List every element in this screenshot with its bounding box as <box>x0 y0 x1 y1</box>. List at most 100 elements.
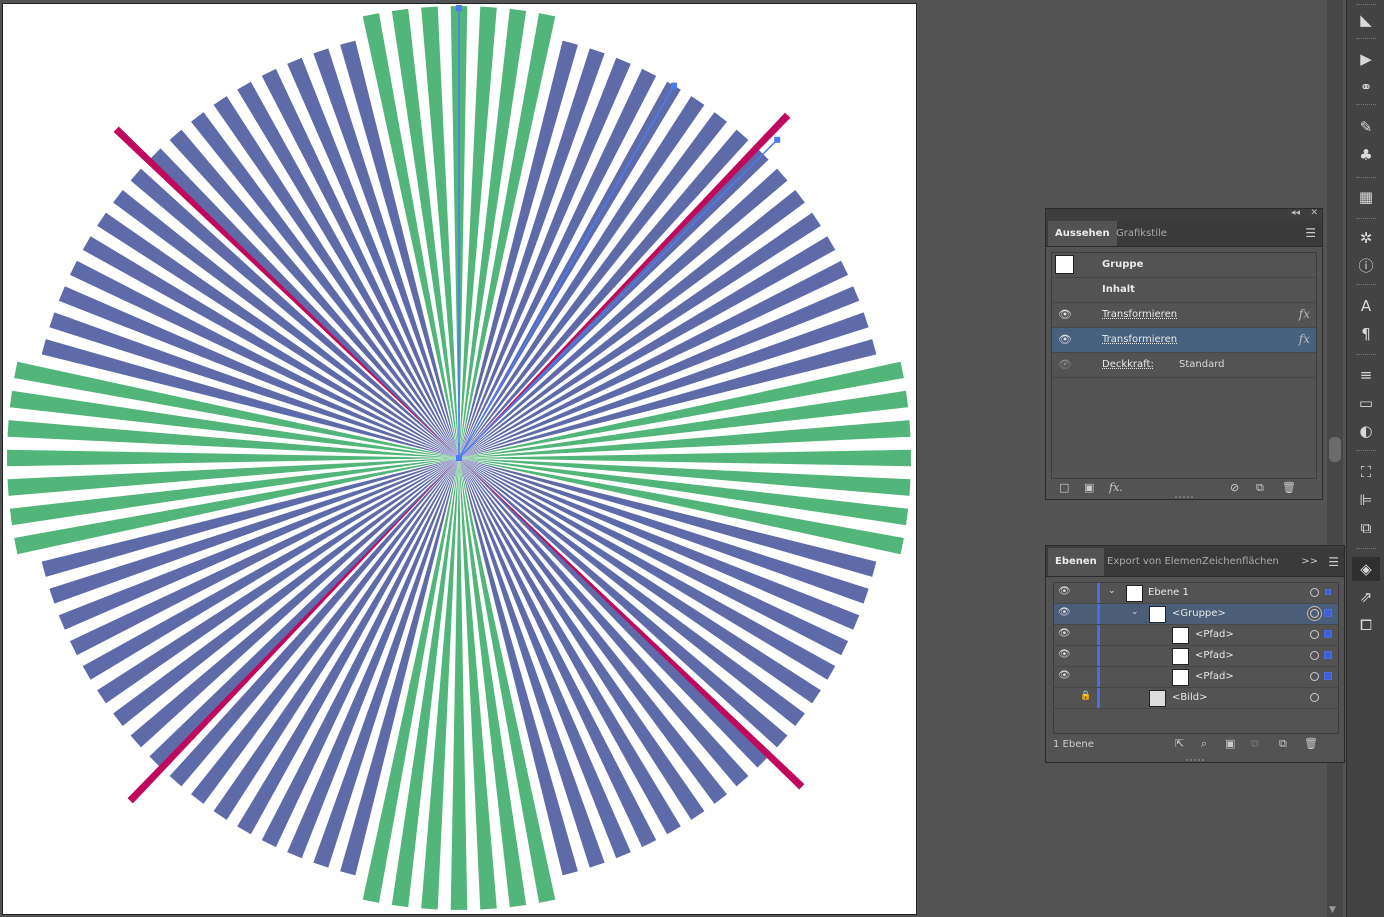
visibility-eye-icon[interactable]: 👁 <box>1058 607 1071 618</box>
appearance-contents-row[interactable]: Inhalt <box>1052 278 1316 303</box>
lock-icon[interactable]: 🔒 <box>1080 691 1091 701</box>
gradient-icon[interactable]: ▭ <box>1352 391 1380 415</box>
new-layer-icon[interactable]: ⧉ <box>1279 737 1287 751</box>
gradient-panel-icon[interactable]: ◣ <box>1352 8 1380 32</box>
info-icon[interactable]: ⓘ <box>1352 254 1380 278</box>
target-circle-icon[interactable] <box>1310 693 1319 702</box>
selection-indicator[interactable] <box>1324 651 1332 659</box>
layer-row-selected[interactable]: 👁 ⌄ <Gruppe> <box>1054 604 1338 625</box>
visibility-eye-icon[interactable]: 👁 <box>1058 308 1072 321</box>
tab-artboards[interactable]: Zeichenflächen <box>1195 548 1286 576</box>
add-effect-icon[interactable]: fx. <box>1109 481 1123 494</box>
dock-grip[interactable] <box>1356 548 1376 551</box>
dock-grip[interactable] <box>1356 104 1376 107</box>
panel-menu-icon[interactable]: ☰ <box>1328 548 1339 576</box>
duplicate-item-icon[interactable]: ⧉ <box>1256 481 1264 495</box>
export-icon[interactable]: ⇗ <box>1352 585 1380 609</box>
play-icon[interactable]: ▶ <box>1352 47 1380 71</box>
transparency-icon[interactable]: ◐ <box>1352 419 1380 443</box>
layers-icon[interactable]: ◈ <box>1352 557 1380 581</box>
tab-asset-export[interactable]: Export von Elemen <box>1100 548 1209 576</box>
layer-name[interactable]: <Pfad> <box>1195 671 1234 682</box>
appearance-opacity-row[interactable]: 👁 Deckkraft: Standard <box>1052 353 1316 378</box>
transform-icon[interactable]: ⛶ <box>1352 460 1380 484</box>
appearance-header-row[interactable]: Gruppe <box>1052 253 1316 278</box>
visibility-eye-icon[interactable]: 👁 <box>1058 670 1071 681</box>
scrollbar-thumb[interactable] <box>1329 437 1341 462</box>
visibility-eye-icon[interactable]: 👁 <box>1058 358 1072 371</box>
panel-titlebar[interactable]: ◂◂ ✕ <box>1046 208 1322 221</box>
resize-grip[interactable] <box>1186 759 1204 761</box>
brush-icon[interactable]: ✎ <box>1352 115 1380 139</box>
layer-row[interactable]: 👁 <Pfad> <box>1054 625 1338 646</box>
delete-icon[interactable]: 🗑 <box>1282 481 1296 494</box>
layer-row[interactable]: 👁 <Pfad> <box>1054 646 1338 667</box>
layer-row[interactable]: 🔒 <Bild> <box>1054 688 1338 709</box>
pathfinder-icon[interactable]: ⧉ <box>1352 516 1380 540</box>
selection-indicator[interactable] <box>1324 609 1332 617</box>
clipping-mask-icon[interactable]: ▣ <box>1225 737 1235 750</box>
add-stroke-icon[interactable]: □ <box>1059 481 1069 494</box>
anchor-point-handle[interactable] <box>456 5 462 11</box>
visibility-eye-icon[interactable]: 👁 <box>1058 333 1072 346</box>
layer-name[interactable]: <Pfad> <box>1195 650 1234 661</box>
anchor-point-handle[interactable] <box>774 136 781 143</box>
layer-row[interactable]: 👁 <Pfad> <box>1054 667 1338 688</box>
selection-indicator[interactable] <box>1324 630 1332 638</box>
layer-name[interactable]: Ebene 1 <box>1148 587 1189 598</box>
dock-grip[interactable] <box>1356 354 1376 357</box>
dock-grip[interactable] <box>1356 177 1376 180</box>
dock-grip[interactable] <box>1356 284 1376 287</box>
more-tabs-icon[interactable]: >> <box>1301 548 1318 576</box>
target-circle-icon[interactable] <box>1310 672 1319 681</box>
clear-appearance-icon[interactable]: ⊘ <box>1230 481 1239 494</box>
radial-stripes-artwork[interactable] <box>3 4 916 914</box>
artboards-icon[interactable]: ⧠ <box>1352 613 1380 637</box>
visibility-eye-icon[interactable]: 👁 <box>1058 649 1071 660</box>
panel-menu-icon[interactable]: ☰ <box>1305 221 1316 246</box>
effect-link[interactable]: Transformieren <box>1102 334 1177 345</box>
chevron-down-icon[interactable]: ⌄ <box>1131 607 1139 617</box>
new-sublayer-icon[interactable]: ⧉ <box>1251 737 1259 751</box>
stroke-icon[interactable]: ≡ <box>1352 363 1380 387</box>
scroll-down-icon[interactable]: ▼ <box>1329 905 1336 915</box>
visibility-eye-icon[interactable]: 👁 <box>1058 628 1071 639</box>
dock-grip[interactable] <box>1356 38 1376 41</box>
collect-export-icon[interactable]: ⇱ <box>1175 737 1184 750</box>
add-fill-icon[interactable]: ▣ <box>1084 481 1094 494</box>
character-icon[interactable]: A <box>1352 294 1380 318</box>
chevron-down-icon[interactable]: ⌄ <box>1108 586 1116 596</box>
delete-icon[interactable]: 🗑 <box>1304 737 1318 750</box>
tab-graphic-styles[interactable]: Grafikstile <box>1109 221 1174 246</box>
club-symbol-icon[interactable]: ♣ <box>1352 143 1380 167</box>
swatches-icon[interactable]: ▦ <box>1352 185 1380 209</box>
effect-link[interactable]: Transformieren <box>1102 309 1177 320</box>
appearance-effect-row[interactable]: 👁 Transformieren fx <box>1052 303 1316 328</box>
anchor-point-handle[interactable] <box>671 82 677 89</box>
tab-layers[interactable]: Ebenen <box>1048 548 1104 576</box>
opacity-link[interactable]: Deckkraft: <box>1102 359 1154 370</box>
selection-indicator[interactable] <box>1324 672 1332 680</box>
target-circle-icon[interactable] <box>1310 630 1319 639</box>
navigator-icon[interactable]: ✲ <box>1352 226 1380 250</box>
dock-grip[interactable] <box>1356 218 1376 221</box>
selection-indicator[interactable] <box>1325 589 1331 595</box>
center-anchor-handle[interactable] <box>456 455 462 461</box>
align-icon[interactable]: ⊫ <box>1352 488 1380 512</box>
dock-grip[interactable] <box>1356 4 1376 7</box>
target-circle-icon[interactable] <box>1310 609 1319 618</box>
collapse-icon[interactable]: ◂◂ <box>1291 208 1300 218</box>
layer-name[interactable]: <Pfad> <box>1195 629 1234 640</box>
tab-appearance[interactable]: Aussehen <box>1048 221 1117 246</box>
layer-row[interactable]: 👁 ⌄ Ebene 1 <box>1054 583 1338 604</box>
target-circle-icon[interactable] <box>1310 651 1319 660</box>
paragraph-icon[interactable]: ¶ <box>1352 322 1380 346</box>
dock-grip[interactable] <box>1356 450 1376 453</box>
layer-name[interactable]: <Gruppe> <box>1172 608 1226 619</box>
visibility-eye-icon[interactable]: 👁 <box>1058 586 1071 597</box>
resize-grip[interactable] <box>1175 496 1193 498</box>
links-icon[interactable]: ⚭ <box>1352 75 1380 99</box>
appearance-effect-row-selected[interactable]: 👁 Transformieren fx <box>1052 328 1316 353</box>
target-circle-icon[interactable] <box>1310 588 1319 597</box>
close-icon[interactable]: ✕ <box>1310 208 1318 218</box>
